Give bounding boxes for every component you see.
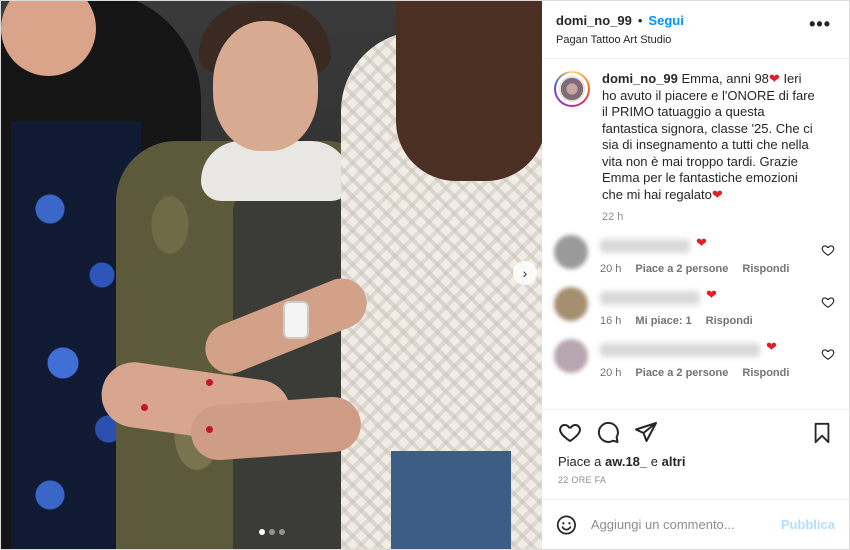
author-avatar[interactable] <box>554 71 590 107</box>
tattoo-heart <box>206 426 213 433</box>
more-options-icon[interactable]: ••• <box>809 15 831 33</box>
liker-username[interactable]: aw.18_ <box>605 454 647 469</box>
comment-icon[interactable] <box>596 420 620 444</box>
reply-button[interactable]: Rispondi <box>742 263 789 275</box>
action-bar: Piace a aw.18_ e altri 22 ORE FA <box>542 409 849 499</box>
likes-others-link[interactable]: altri <box>662 454 686 469</box>
carousel-dot <box>268 529 275 535</box>
next-arrow-icon[interactable]: › <box>513 261 537 285</box>
heart-icon[interactable] <box>558 420 582 444</box>
add-comment-bar: Pubblica <box>542 499 849 549</box>
comment-text-blurred <box>600 343 760 357</box>
carousel-dot <box>258 529 265 535</box>
comment-item: ❤ 20 h Piace a 2 persone Rispondi <box>554 339 835 379</box>
comment-likes[interactable]: Piace a 2 persone <box>635 263 728 275</box>
tattoo-heart <box>206 379 213 386</box>
heart-icon[interactable] <box>821 295 835 309</box>
comment-time: 20 h <box>600 367 622 379</box>
carousel-dot <box>278 529 285 535</box>
comment-text-blurred <box>600 291 700 305</box>
comment-input[interactable] <box>590 517 767 532</box>
heart-emoji-icon: ❤ <box>768 71 780 86</box>
author-username[interactable]: domi_no_99 <box>556 13 632 28</box>
reply-button[interactable]: Rispondi <box>706 315 753 327</box>
carousel-dots <box>1 529 542 535</box>
comment-time: 16 h <box>600 315 622 327</box>
post-timestamp: 22 ORE FA <box>558 475 607 485</box>
likes-summary: Piace a aw.18_ e altri <box>558 454 686 469</box>
emoji-icon[interactable] <box>556 513 577 537</box>
post-header: domi_no_99 • Segui Pagan Tattoo Art Stud… <box>542 1 849 59</box>
share-icon[interactable] <box>634 420 658 444</box>
caption-username[interactable]: domi_no_99 <box>602 71 678 86</box>
post-container: › domi_no_99 • Segui Pagan Tattoo Art St… <box>0 0 850 550</box>
comment-item: ❤ 16 h Mi piace: 1 Rispondi <box>554 287 835 327</box>
commenter-avatar[interactable] <box>554 287 588 321</box>
comment-text-blurred <box>600 239 690 253</box>
caption-time: 22 h <box>602 211 624 223</box>
heart-emoji-icon: ❤ <box>711 186 723 202</box>
comment-item: ❤ 20 h Piace a 2 persone Rispondi <box>554 235 835 275</box>
follow-button[interactable]: Segui <box>648 13 683 28</box>
heart-emoji-icon: ❤ <box>706 287 717 302</box>
reply-button[interactable]: Rispondi <box>742 367 789 379</box>
comments-section: domi_no_99 Emma, anni 98❤ Ieri ho avuto … <box>542 59 849 409</box>
heart-icon[interactable] <box>821 243 835 257</box>
comment-time: 20 h <box>600 263 622 275</box>
post-caption: domi_no_99 Emma, anni 98❤ Ieri ho avuto … <box>554 71 835 223</box>
commenter-avatar[interactable] <box>554 235 588 269</box>
post-side-panel: domi_no_99 • Segui Pagan Tattoo Art Stud… <box>542 1 849 549</box>
heart-emoji-icon: ❤ <box>766 339 777 354</box>
caption-text: domi_no_99 Emma, anni 98❤ Ieri ho avuto … <box>602 71 815 202</box>
commenter-avatar[interactable] <box>554 339 588 373</box>
tattoo-heart <box>141 404 148 411</box>
bookmark-icon[interactable] <box>811 422 833 444</box>
heart-icon[interactable] <box>821 347 835 361</box>
location-link[interactable]: Pagan Tattoo Art Studio <box>556 34 835 46</box>
comment-likes[interactable]: Piace a 2 persone <box>635 367 728 379</box>
post-photo[interactable]: › <box>1 1 542 549</box>
separator: • <box>637 13 643 28</box>
comment-likes[interactable]: Mi piace: 1 <box>635 315 691 327</box>
publish-button[interactable]: Pubblica <box>781 517 835 532</box>
heart-emoji-icon: ❤ <box>696 235 707 250</box>
